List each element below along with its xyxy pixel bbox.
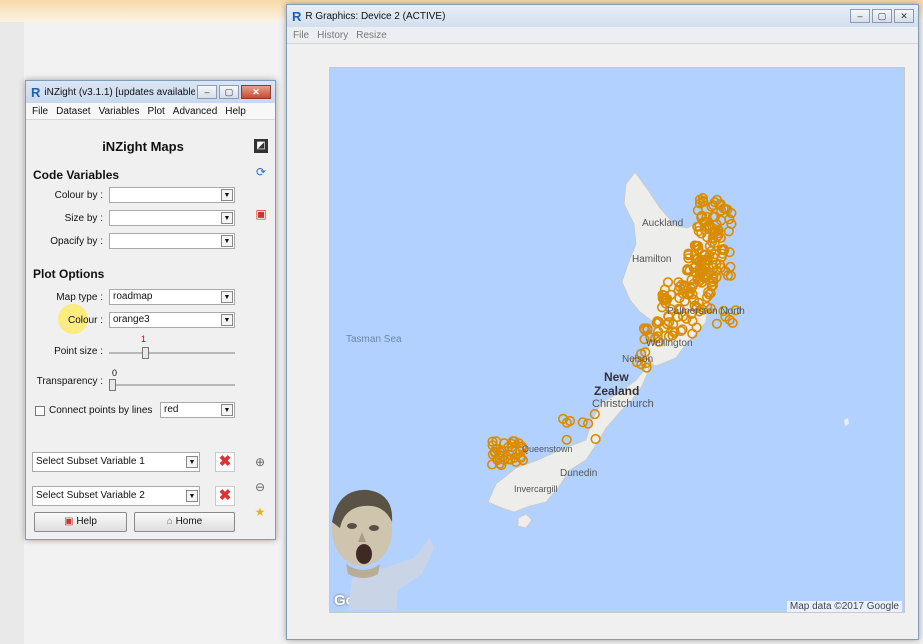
r-graphics-menu-bar: File History Resize <box>287 27 918 44</box>
window-title: iNZight (v3.1.1) [updates available] <box>44 86 195 98</box>
colour-label: Colour : <box>67 315 103 326</box>
hamilton-label: Hamilton <box>632 254 672 265</box>
plot-options-heading: Plot Options <box>33 267 105 281</box>
map-type-row: Map type : roadmap ▼ <box>26 289 260 307</box>
panel-heading: iNZight Maps <box>102 139 184 154</box>
christchurch-label: Christchurch <box>592 398 654 410</box>
menu-plot[interactable]: Plot <box>148 106 165 117</box>
chevron-down-icon: ▼ <box>221 189 233 201</box>
colour-by-label: Colour by : <box>54 190 103 201</box>
chevron-down-icon: ▼ <box>221 404 233 416</box>
zoom-in-icon[interactable]: ⊕ <box>253 455 267 469</box>
transparency-label: Transparency : <box>36 376 103 387</box>
data-point-262 <box>711 318 723 329</box>
code-variables-heading: Code Variables <box>33 168 120 182</box>
colour-by-row: Colour by : ▼ <box>26 187 260 205</box>
chatham-islands-shape <box>844 418 849 426</box>
menu-help[interactable]: Help <box>225 106 246 117</box>
line-colour-dropdown[interactable]: red ▼ <box>160 402 235 418</box>
minimize-button[interactable]: – <box>197 85 217 99</box>
subset-variable-1-dropdown[interactable]: Select Subset Variable 1 ▼ <box>32 452 200 472</box>
save-plot-icon[interactable]: ▣ <box>254 207 268 221</box>
r-graphics-title: R Graphics: Device 2 (ACTIVE) <box>305 10 446 22</box>
stewart-island-shape <box>517 513 533 529</box>
data-point-251 <box>561 434 572 445</box>
wellington-label: Wellington <box>646 338 693 349</box>
chevron-down-icon: ▼ <box>221 212 233 224</box>
clear-subset-2-button[interactable]: ✖ <box>215 486 235 506</box>
inzight-window: R iNZight (v3.1.1) [updates available] –… <box>25 80 276 540</box>
menu-variables[interactable]: Variables <box>99 106 140 117</box>
inzight-menu-bar: File Dataset Variables Plot Advanced Hel… <box>26 103 275 120</box>
connect-points-label: Connect points by lines <box>49 405 153 416</box>
point-size-label: Point size : <box>54 346 103 357</box>
screaming-statue-image <box>332 489 434 610</box>
export-plot-icon[interactable]: ◩ <box>254 139 268 153</box>
palmerston-north-label: Palmerston North <box>667 306 745 317</box>
refresh-plot-icon[interactable]: ⟳ <box>254 165 268 179</box>
home-icon: ⌂ <box>166 516 176 527</box>
r-logo-icon: R <box>292 8 302 24</box>
zoom-out-icon[interactable]: ⊖ <box>253 480 267 494</box>
r-graphics-title-bar[interactable]: R R Graphics: Device 2 (ACTIVE) – ▢ ✕ <box>287 5 918 27</box>
menu-file[interactable]: File <box>32 106 48 117</box>
tasman-sea-label: Tasman Sea <box>346 334 402 345</box>
minimize-button[interactable]: – <box>850 9 870 23</box>
colour-row: Colour : orange3 ▼ <box>26 304 260 334</box>
nelson-label: Nelson <box>622 354 654 365</box>
home-button[interactable]: ⌂ Home <box>134 512 235 532</box>
close-button[interactable]: ✕ <box>241 85 271 99</box>
star-icon[interactable]: ★ <box>253 505 267 519</box>
size-by-dropdown[interactable]: ▼ <box>109 210 235 226</box>
maximize-button[interactable]: ▢ <box>872 9 892 23</box>
size-by-label: Size by : <box>64 213 103 224</box>
opacify-by-dropdown[interactable]: ▼ <box>109 233 235 249</box>
chevron-down-icon: ▼ <box>186 490 198 502</box>
chevron-down-icon: ▼ <box>221 291 233 303</box>
opacify-by-row: Opacify by : ▼ <box>26 233 260 251</box>
inzight-title-bar[interactable]: R iNZight (v3.1.1) [updates available] –… <box>26 81 275 103</box>
map-type-dropdown[interactable]: roadmap ▼ <box>109 289 235 305</box>
menu-advanced[interactable]: Advanced <box>173 106 217 117</box>
zealand-label: Zealand <box>594 384 640 398</box>
invercargill-label: Invercargill <box>514 484 558 494</box>
desktop-background <box>0 22 24 644</box>
map-attribution: Map data ©2017 Google <box>786 601 902 612</box>
r-logo-icon: R <box>31 84 41 100</box>
maximize-button[interactable]: ▢ <box>219 85 239 99</box>
dunedin-label: Dunedin <box>560 468 598 479</box>
close-button[interactable]: ✕ <box>894 9 914 23</box>
menu-history[interactable]: History <box>317 30 348 41</box>
point-size-value: 1 <box>141 334 147 344</box>
transparency-slider-thumb[interactable] <box>109 379 116 391</box>
queenstown-label: Queenstown <box>522 444 573 454</box>
new-label: New <box>604 370 629 384</box>
map-type-label: Map type : <box>56 292 103 303</box>
auckland-label: Auckland <box>642 218 684 229</box>
chevron-down-icon: ▼ <box>221 314 233 326</box>
point-size-slider-thumb[interactable] <box>142 347 149 359</box>
size-by-row: Size by : ▼ <box>26 210 260 228</box>
clear-subset-1-button[interactable]: ✖ <box>215 452 235 472</box>
chevron-down-icon: ▼ <box>186 456 198 468</box>
transparency-slider[interactable] <box>109 379 235 391</box>
chevron-down-icon: ▼ <box>221 235 233 247</box>
point-size-slider[interactable] <box>109 347 235 359</box>
subset-variable-2-dropdown[interactable]: Select Subset Variable 2 ▼ <box>32 486 200 506</box>
colour-by-dropdown[interactable]: ▼ <box>109 187 235 203</box>
colour-dropdown[interactable]: orange3 ▼ <box>109 312 235 328</box>
transparency-value: 0 <box>112 368 118 378</box>
help-icon: ▣ <box>64 516 77 527</box>
connect-points-checkbox[interactable] <box>35 406 45 416</box>
menu-dataset[interactable]: Dataset <box>56 106 90 117</box>
maps-panel: iNZight Maps Code Variables Colour by : … <box>26 121 260 539</box>
menu-resize[interactable]: Resize <box>356 30 387 41</box>
help-button[interactable]: ▣ Help <box>34 512 127 532</box>
opacify-by-label: Opacify by : <box>50 236 103 247</box>
menu-file[interactable]: File <box>293 30 309 41</box>
